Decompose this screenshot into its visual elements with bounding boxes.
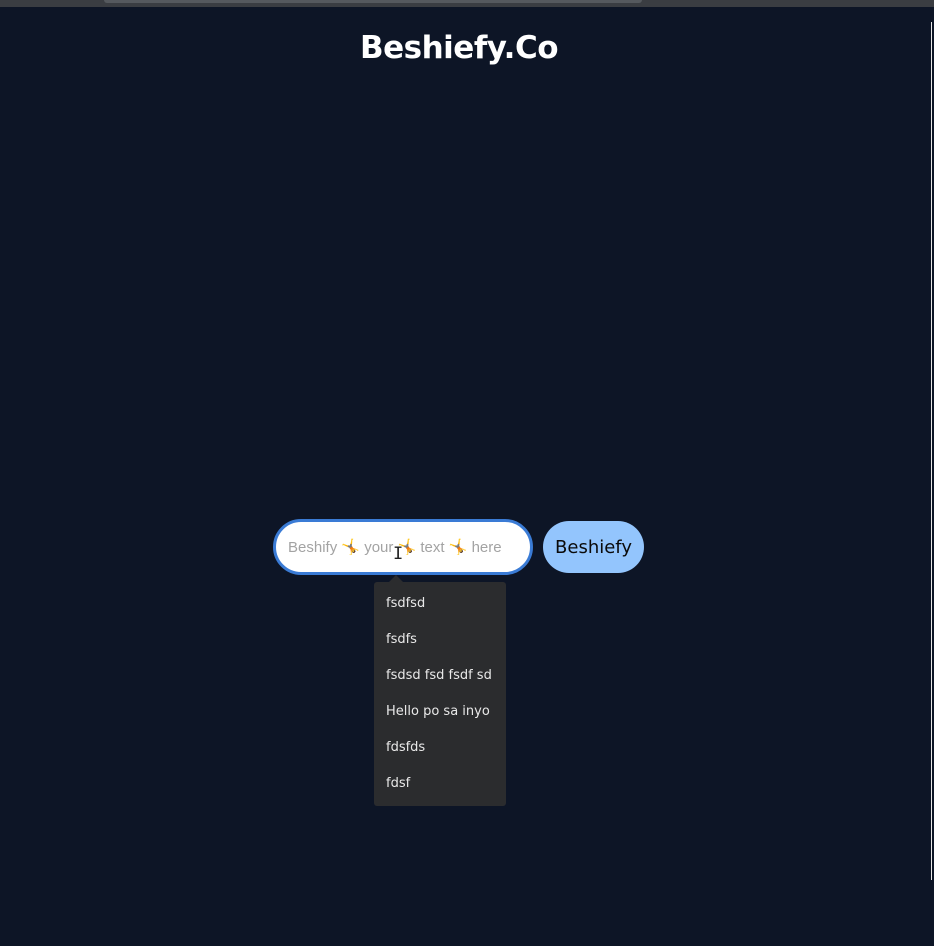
window-edge bbox=[931, 22, 932, 880]
autocomplete-item[interactable]: fsdsd fsd fsdf sd bbox=[386, 666, 502, 686]
beshiefy-button[interactable]: Beshiefy bbox=[543, 521, 644, 573]
autocomplete-dropdown: fsdfsd fsdfs fsdsd fsd fsdf sd Hello po … bbox=[374, 582, 506, 806]
beshify-input-container[interactable] bbox=[273, 519, 533, 575]
autocomplete-item[interactable]: fsdfsd bbox=[386, 594, 502, 614]
browser-top-bar bbox=[0, 0, 934, 7]
autocomplete-item[interactable]: Hello po sa inyo bbox=[386, 702, 502, 722]
beshify-text-input[interactable] bbox=[288, 522, 520, 572]
page-title: Beshiefy.Co bbox=[360, 30, 559, 66]
autocomplete-caret bbox=[389, 575, 403, 582]
browser-scroll-indicator bbox=[104, 0, 642, 3]
autocomplete-item[interactable]: fsdfs bbox=[386, 630, 502, 650]
autocomplete-item[interactable]: fdsf bbox=[386, 774, 502, 794]
autocomplete-item[interactable]: fdsfds bbox=[386, 738, 502, 758]
text-cursor-icon: I bbox=[393, 545, 403, 563]
